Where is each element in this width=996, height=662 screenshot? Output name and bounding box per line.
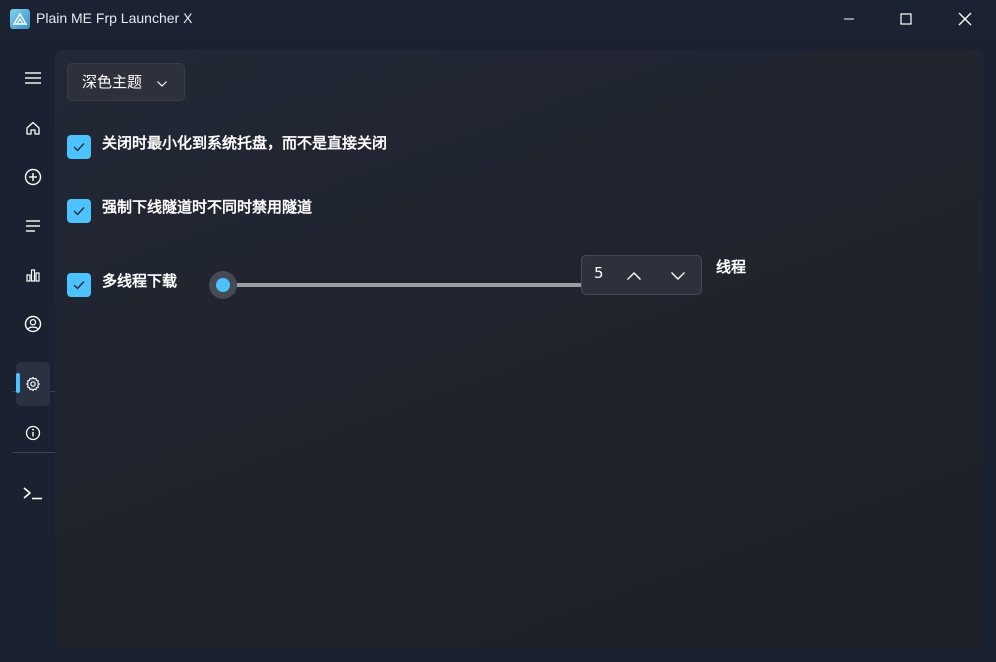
nav-divider xyxy=(12,452,55,453)
minimize-icon xyxy=(844,18,854,20)
nav-add-tunnel[interactable] xyxy=(16,155,50,199)
list-icon xyxy=(26,220,40,232)
hamburger-menu-icon xyxy=(25,72,41,84)
nav-console[interactable] xyxy=(16,471,50,515)
keep-tunnel-enabled-checkbox[interactable] xyxy=(67,199,91,223)
nav-about[interactable] xyxy=(16,411,50,455)
checkmark-icon xyxy=(73,281,85,290)
thread-slider-track[interactable] xyxy=(210,283,582,287)
theme-selected-label: 深色主题 xyxy=(82,73,143,91)
checkmark-icon xyxy=(73,143,85,152)
increment-button[interactable] xyxy=(622,265,646,287)
terminal-icon xyxy=(23,487,42,500)
add-circle-icon xyxy=(24,168,42,186)
multithread-download-checkbox[interactable] xyxy=(67,273,91,297)
maximize-button[interactable] xyxy=(877,0,935,38)
theme-dropdown[interactable]: 深色主题 xyxy=(67,63,185,101)
chevron-up-icon xyxy=(627,272,641,280)
close-button[interactable] xyxy=(936,0,994,38)
minimize-to-tray-label: 关闭时最小化到系统托盘，而不是直接关闭 xyxy=(102,134,388,152)
thread-count-value[interactable]: 5 xyxy=(594,264,604,282)
nav-tunnel-list[interactable] xyxy=(16,204,50,248)
nav-menu-toggle[interactable] xyxy=(16,56,50,100)
nav-settings[interactable] xyxy=(16,362,50,406)
thread-unit-label: 线程 xyxy=(716,258,747,276)
thread-slider-thumb[interactable] xyxy=(209,271,237,299)
nav-home[interactable] xyxy=(16,106,50,150)
close-icon xyxy=(958,12,972,26)
maximize-icon xyxy=(900,13,912,25)
decrement-button[interactable] xyxy=(666,265,690,287)
home-icon xyxy=(26,121,40,135)
chevron-down-icon xyxy=(157,81,167,87)
info-icon xyxy=(25,425,41,441)
settings-icon xyxy=(26,376,40,392)
navigation-sidebar xyxy=(0,38,55,662)
chevron-down-icon xyxy=(671,272,685,280)
minimize-to-tray-checkbox[interactable] xyxy=(67,135,91,159)
thread-count-numberbox[interactable]: 5 xyxy=(581,255,702,295)
minimize-button[interactable] xyxy=(820,0,878,38)
active-nav-indicator xyxy=(16,373,20,393)
user-icon xyxy=(24,315,42,333)
keep-tunnel-enabled-label: 强制下线隧道时不同时禁用隧道 xyxy=(102,198,313,216)
nav-account[interactable] xyxy=(16,302,50,346)
window-title: Plain ME Frp Launcher X xyxy=(36,10,193,26)
checkmark-icon xyxy=(73,207,85,216)
multithread-download-label: 多线程下载 xyxy=(102,272,178,290)
app-logo-icon xyxy=(10,9,30,29)
bar-chart-icon xyxy=(26,269,40,282)
nav-statistics[interactable] xyxy=(16,253,50,297)
title-bar: Plain ME Frp Launcher X xyxy=(0,0,996,38)
